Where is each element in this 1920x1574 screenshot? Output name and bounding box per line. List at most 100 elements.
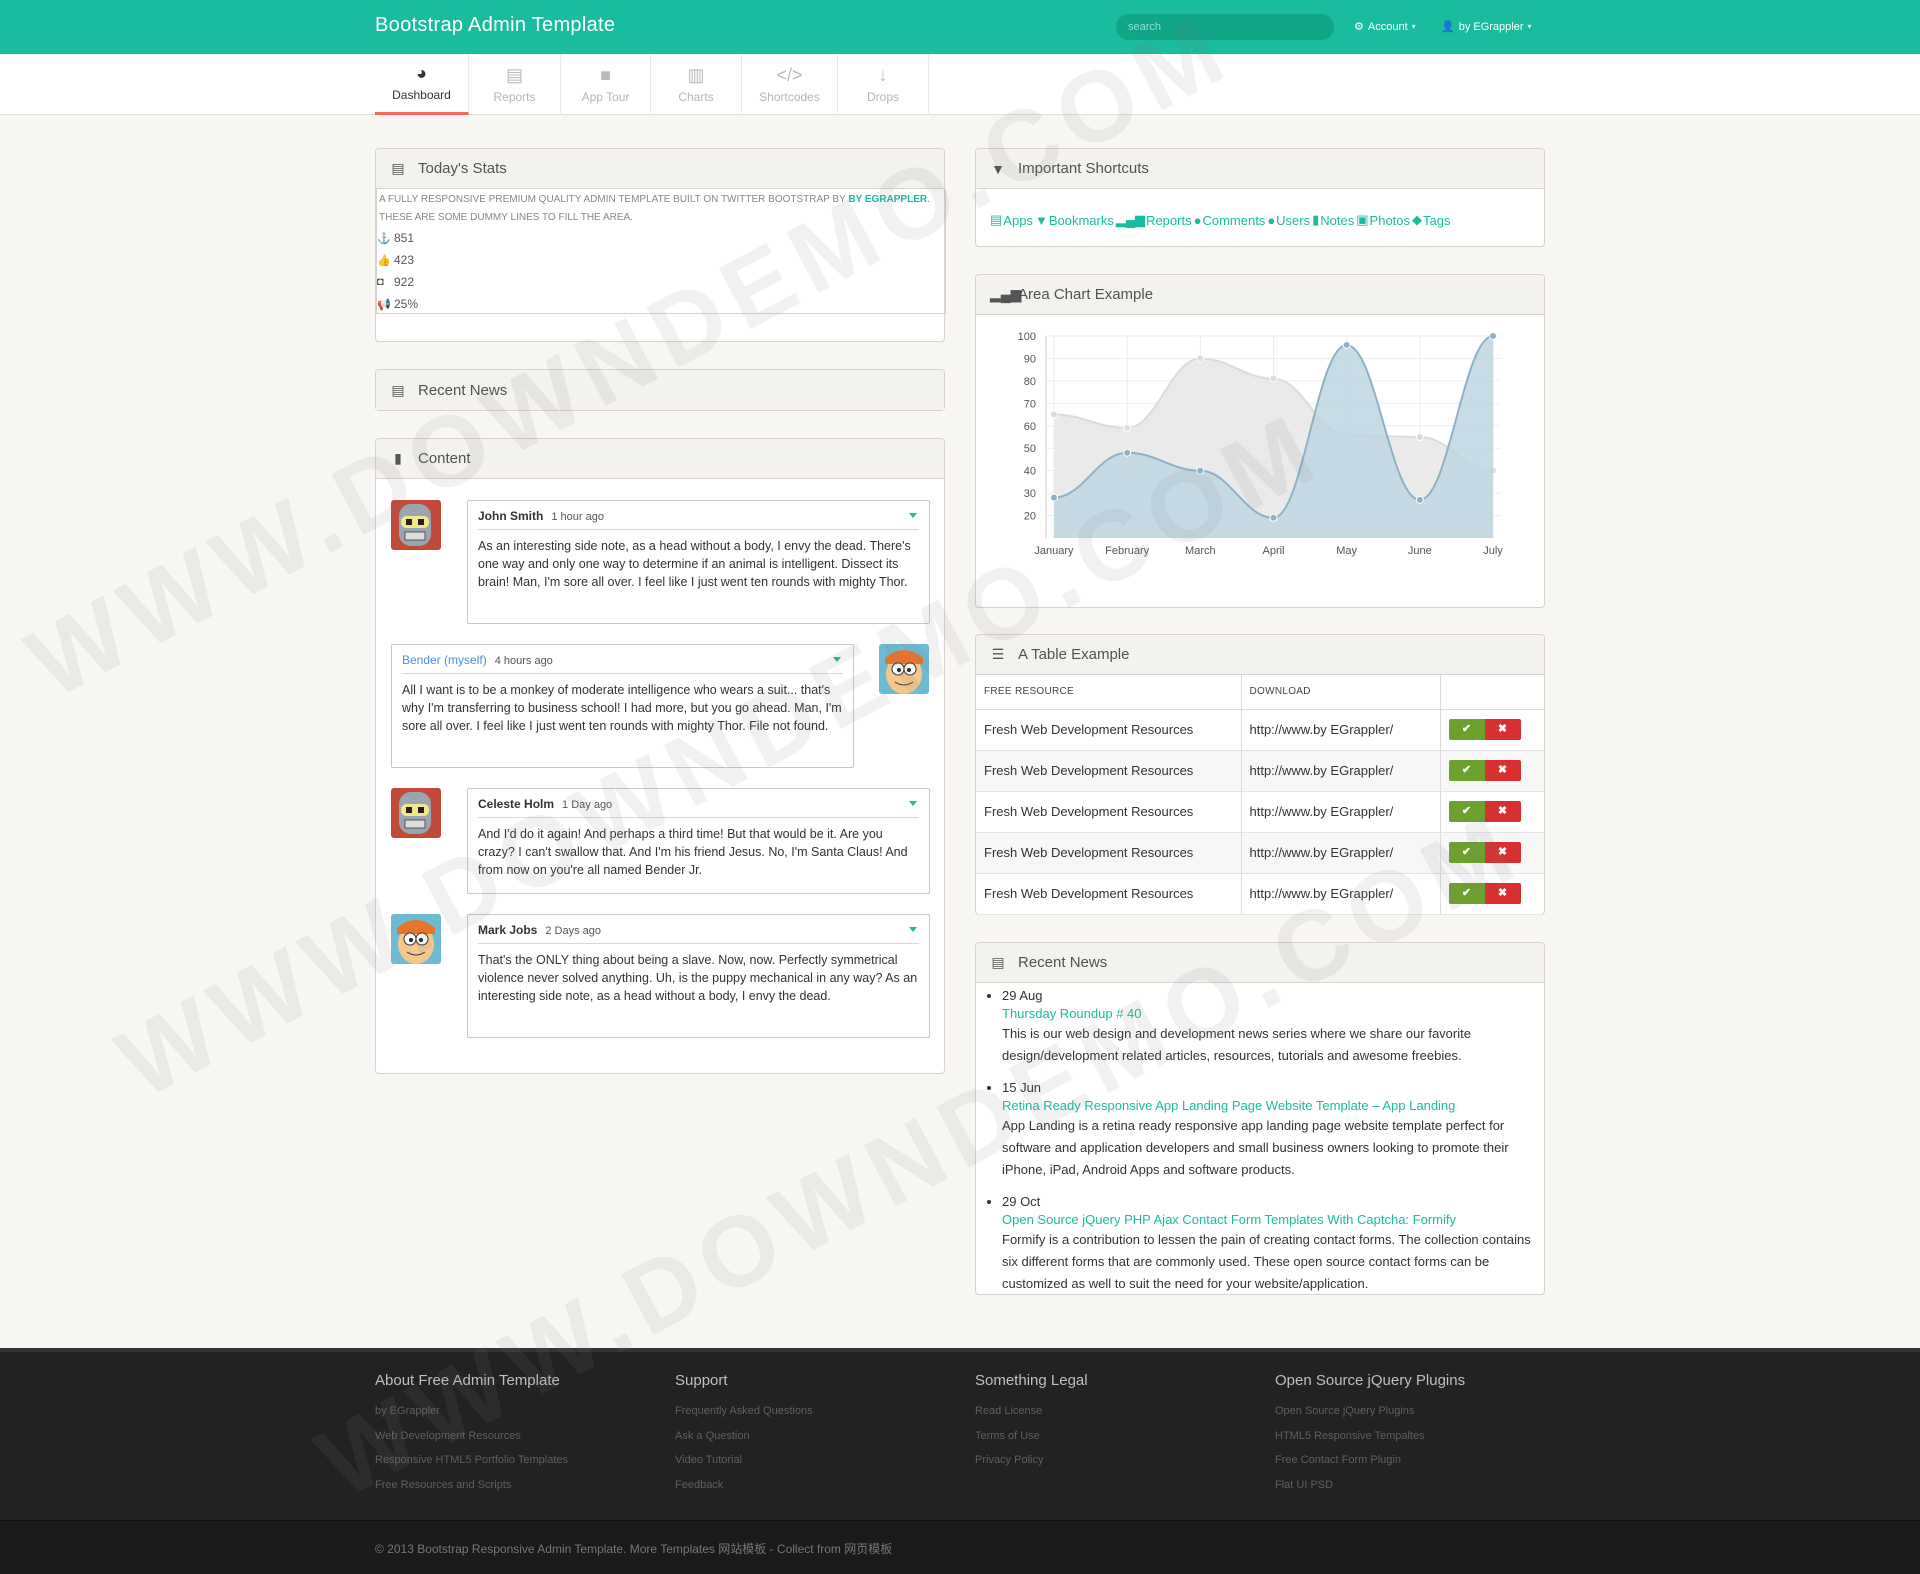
egrappler-link[interactable]: by EGrappler	[848, 194, 927, 205]
news-link[interactable]: Thursday Roundup # 40	[1002, 1005, 1542, 1023]
caret-down-icon[interactable]	[909, 927, 917, 932]
resource-cell: Fresh Web Development Resources	[976, 873, 1242, 915]
author-name[interactable]: John Smith	[478, 509, 543, 523]
tag-icon: ◆	[1412, 212, 1423, 227]
footer-link[interactable]: Open Source jQuery Plugins	[1275, 1399, 1465, 1424]
widget-title: Recent News	[418, 381, 508, 399]
footer-link[interactable]: Video Tutorial	[675, 1448, 813, 1473]
tab-app-tour[interactable]: ■ App Tour	[561, 54, 651, 115]
footer-heading: About Free Admin Template	[375, 1372, 560, 1389]
footer-link[interactable]: Free Contact Form Plugin	[1275, 1448, 1465, 1473]
tab-charts[interactable]: ▥ Charts	[651, 54, 742, 115]
stat-value: 851	[394, 231, 415, 245]
tab-dashboard[interactable]: ◕ Dashboard	[375, 54, 469, 115]
x-tick-label: June	[1408, 545, 1432, 557]
tab-shortcodes[interactable]: </> Shortcodes	[742, 54, 838, 115]
shortcut-reports[interactable]: ▂▄▆ Reports	[1116, 212, 1192, 228]
shortcut-users[interactable]: ● Users	[1267, 212, 1310, 228]
y-tick-label: 100	[1018, 331, 1036, 343]
tab-label: App Tour	[581, 89, 630, 104]
check-icon[interactable]: ✔	[1448, 760, 1485, 781]
x-tick-label: April	[1262, 545, 1284, 557]
footer-link[interactable]: by EGrappler	[375, 1399, 568, 1424]
shortcut-tags[interactable]: ◆ Tags	[1412, 212, 1450, 228]
shortcut-bookmarks[interactable]: ▼ Bookmarks	[1035, 212, 1114, 228]
footer-link[interactable]: Feedback	[675, 1473, 813, 1498]
stats-description: A fully responsive premium quality admin…	[377, 189, 945, 227]
footer-link[interactable]: Responsive HTML5 Portfolio Templates	[375, 1448, 568, 1473]
check-icon[interactable]: ✔	[1448, 883, 1485, 904]
author-name[interactable]: Mark Jobs	[478, 923, 537, 937]
remove-icon[interactable]: ✖	[1484, 883, 1521, 904]
footer-link[interactable]: HTML5 Responsive Tempaltes	[1275, 1424, 1465, 1449]
footer-link[interactable]: Flat UI PSD	[1275, 1473, 1465, 1498]
remove-icon[interactable]: ✖	[1484, 842, 1521, 863]
tab-reports[interactable]: ▤ Reports	[469, 54, 561, 115]
footer-link[interactable]: Privacy Policy	[975, 1448, 1088, 1473]
author-name[interactable]: Bender (myself)	[402, 653, 487, 667]
y-tick-label: 90	[1024, 353, 1036, 365]
tab-drops[interactable]: ↓ Drops	[838, 54, 929, 115]
remove-icon[interactable]: ✖	[1484, 801, 1521, 822]
twitter-icon: ◘	[377, 276, 384, 288]
avatar	[391, 914, 441, 964]
widget-title: Important Shortcuts	[1018, 160, 1149, 177]
check-icon[interactable]: ✔	[1448, 719, 1485, 740]
news-link[interactable]: Open Source jQuery PHP Ajax Contact Form…	[1002, 1211, 1542, 1229]
check-icon[interactable]: ✔	[1448, 801, 1485, 822]
chat-message: Celeste Holm 1 Day ago And I'd do it aga…	[467, 788, 930, 894]
footer-link[interactable]: Free Resources and Scripts	[375, 1473, 568, 1498]
download-cell: http://www.by EGrappler/	[1241, 709, 1441, 751]
shortcut-notes[interactable]: ▮ Notes	[1312, 212, 1354, 228]
y-tick-label: 70	[1024, 398, 1036, 410]
footer-link[interactable]: Frequently Asked Questions	[675, 1399, 813, 1424]
data-point	[1123, 448, 1132, 457]
footer-link[interactable]: Read License	[975, 1399, 1088, 1424]
footer-link[interactable]: Ask a Question	[675, 1424, 813, 1449]
table-row: Fresh Web Development Resources http://w…	[976, 873, 1544, 915]
caret-down-icon[interactable]	[909, 801, 917, 806]
widget-title: Area Chart Example	[1018, 286, 1154, 303]
shortcut-comments[interactable]: ● Comments	[1194, 212, 1266, 228]
brand-title[interactable]: Bootstrap Admin Template	[375, 14, 615, 37]
caret-down-icon[interactable]	[833, 657, 841, 662]
shortcut-photos[interactable]: ▣ Photos	[1356, 212, 1410, 228]
check-icon[interactable]: ✔	[1448, 842, 1485, 863]
footer: About Free Admin Template by EGrappler W…	[0, 1348, 1920, 1520]
news-link[interactable]: Retina Ready Responsive App Landing Page…	[1002, 1097, 1542, 1115]
nav-tabs: ◕ Dashboard ▤ Reports ■ App Tour ▥ Chart…	[375, 54, 929, 115]
message-time: 4 hours ago	[494, 655, 553, 667]
footer-column: About Free Admin Template by EGrappler W…	[375, 1372, 568, 1497]
footer-link[interactable]: Terms of Use	[975, 1424, 1088, 1449]
shortcut-label: Comments	[1202, 212, 1266, 228]
user-menu[interactable]: 👤 by EGrappler ▾	[1441, 20, 1532, 34]
table-row: Fresh Web Development Resources http://w…	[976, 791, 1544, 833]
shortcut-label: Photos	[1369, 212, 1411, 228]
list-alt-icon: ▤	[391, 381, 405, 398]
shortcut-apps[interactable]: ▤ Apps	[990, 212, 1033, 228]
actions-cell: ✔ ✖	[1440, 750, 1544, 792]
th-list-icon: ☰	[991, 646, 1005, 662]
list-alt-icon: ▤	[391, 160, 405, 176]
tab-label: Reports	[493, 89, 536, 104]
column-header: FREE RESOURCE	[976, 675, 1242, 710]
caret-down-icon[interactable]	[909, 513, 917, 518]
remove-icon[interactable]: ✖	[1484, 760, 1521, 781]
signal-icon: ▂▄▆	[1115, 212, 1146, 227]
widget-title: Today's Stats	[418, 160, 507, 177]
search-input[interactable]	[1116, 14, 1334, 40]
account-menu[interactable]: ⚙ Account ▾	[1354, 20, 1416, 34]
recent-news-left-widget: ▤ Recent News	[375, 369, 945, 411]
message-text: As an interesting side note, as a head w…	[478, 539, 911, 589]
footer-link[interactable]: Web Development Resources	[375, 1424, 568, 1449]
dashboard-icon: ◕	[416, 63, 427, 83]
area-chart-widget: ▂▄▆ Area Chart Example 20 30 40 50 60 70 80 90 1…	[975, 274, 1545, 608]
data-point	[1489, 332, 1497, 340]
footer-heading: Support	[675, 1372, 728, 1389]
author-name[interactable]: Celeste Holm	[478, 797, 554, 811]
code-icon: </>	[776, 64, 803, 85]
remove-icon[interactable]: ✖	[1484, 719, 1521, 740]
copyright-bar: © 2013 Bootstrap Responsive Admin Templa…	[0, 1520, 1920, 1574]
table-widget: ☰ A Table Example FREE RESOURCE DOWNLOAD…	[975, 634, 1545, 915]
message-time: 1 hour ago	[551, 511, 604, 523]
